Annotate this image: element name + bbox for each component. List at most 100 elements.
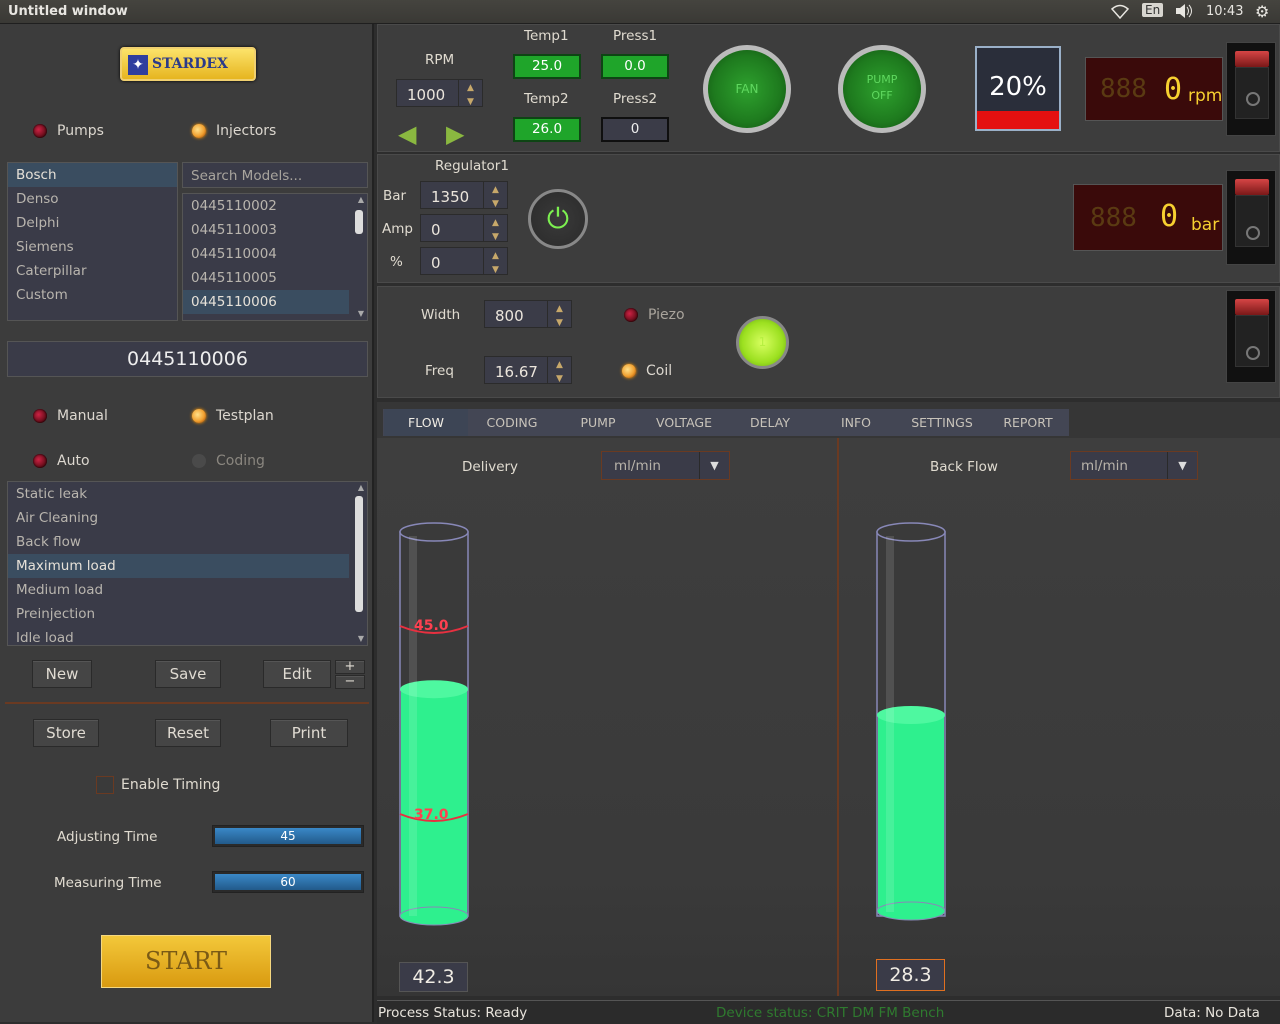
led-indicator bbox=[192, 124, 206, 138]
width-spinbox[interactable]: 800 ▲ ▼ bbox=[484, 300, 572, 328]
spin-arrows-icon[interactable]: ▲ ▼ bbox=[483, 182, 507, 209]
backflow-unit-dropdown[interactable]: ml/min ▼ bbox=[1070, 451, 1198, 480]
tab-report[interactable]: REPORT bbox=[986, 409, 1070, 436]
radio-manual[interactable]: Manual bbox=[33, 408, 108, 424]
edit-button[interactable]: Edit bbox=[263, 660, 331, 688]
list-item[interactable]: 0445110002 bbox=[183, 194, 367, 218]
tab-delay[interactable]: DELAY bbox=[728, 409, 812, 436]
scroll-up-icon[interactable]: ▲ bbox=[358, 483, 364, 492]
clock[interactable]: 10:43 bbox=[1206, 4, 1243, 19]
scrollbar-thumb[interactable] bbox=[355, 496, 363, 612]
delivery-value: 42.3 bbox=[399, 962, 468, 992]
radio-auto[interactable]: Auto bbox=[33, 453, 90, 469]
flow-area bbox=[377, 438, 1280, 996]
freq-spinbox[interactable]: 16.67 ▲ ▼ bbox=[484, 356, 572, 384]
list-item[interactable]: Denso bbox=[8, 187, 177, 211]
radio-piezo[interactable]: Piezo bbox=[624, 307, 685, 323]
spin-arrows-icon[interactable]: ▲ ▼ bbox=[483, 215, 507, 242]
list-item[interactable]: Medium load bbox=[8, 578, 367, 602]
list-item[interactable]: Air Cleaning bbox=[8, 506, 367, 530]
store-button[interactable]: Store bbox=[33, 719, 99, 747]
enable-timing-checkbox[interactable] bbox=[96, 776, 114, 794]
scroll-down-icon[interactable]: ▼ bbox=[358, 309, 364, 318]
list-item[interactable]: Caterpillar bbox=[8, 259, 177, 283]
radio-coding[interactable]: Coding bbox=[192, 453, 265, 469]
volume-icon[interactable] bbox=[1174, 2, 1194, 24]
backflow-tube bbox=[876, 522, 946, 932]
temp2-display: 26.0 bbox=[513, 117, 581, 142]
measuring-time-bar[interactable]: 60 bbox=[212, 871, 364, 893]
list-item[interactable]: Maximum load bbox=[8, 554, 349, 578]
chevron-down-icon[interactable]: ▼ bbox=[699, 452, 729, 479]
tab-coding[interactable]: CODING bbox=[470, 409, 554, 436]
spin-arrows-icon[interactable]: ▲ ▼ bbox=[458, 80, 482, 107]
list-item[interactable]: Static leak bbox=[8, 482, 367, 506]
list-item[interactable]: Back flow bbox=[8, 530, 367, 554]
percent-label: % bbox=[390, 254, 403, 270]
flow-divider bbox=[837, 438, 839, 996]
new-button[interactable]: New bbox=[32, 660, 92, 688]
start-button[interactable]: START bbox=[101, 935, 271, 988]
delivery-unit-dropdown[interactable]: ml/min ▼ bbox=[601, 451, 730, 480]
list-item[interactable]: Bosch bbox=[8, 163, 177, 187]
arrow-left-icon[interactable]: ◀ bbox=[398, 120, 416, 148]
keyboard-layout[interactable]: En bbox=[1142, 3, 1164, 17]
process-status: Process Status: Ready bbox=[378, 1005, 528, 1021]
amp-spinbox[interactable]: 0 ▲ ▼ bbox=[420, 214, 508, 242]
list-item[interactable]: 0445110004 bbox=[183, 242, 367, 266]
percent-spinbox[interactable]: 0 ▲ ▼ bbox=[420, 247, 508, 275]
fan-button[interactable]: FAN bbox=[703, 45, 791, 133]
list-item[interactable]: 0445110003 bbox=[183, 218, 367, 242]
radio-testplan[interactable]: Testplan bbox=[192, 408, 274, 424]
manufacturer-list: Bosch Denso Delphi Siemens Caterpillar C… bbox=[7, 162, 178, 321]
scrollbar-thumb[interactable] bbox=[355, 210, 363, 234]
led-indicator bbox=[33, 454, 47, 468]
backflow-value-input[interactable]: 28.3 bbox=[876, 959, 945, 991]
regulator-power-button[interactable]: ⏻ bbox=[528, 189, 588, 249]
measuring-time-value: 60 bbox=[215, 874, 361, 890]
spin-arrows-icon[interactable]: ▲ ▼ bbox=[483, 248, 507, 275]
list-item[interactable]: 0445110005 bbox=[183, 266, 367, 290]
power-switch-1[interactable] bbox=[1226, 42, 1276, 136]
bar-display-unit: bar bbox=[1191, 215, 1220, 235]
power-switch-2[interactable] bbox=[1226, 170, 1276, 265]
arrow-right-icon[interactable]: ▶ bbox=[446, 120, 464, 148]
scroll-down-icon[interactable]: ▼ bbox=[358, 634, 364, 643]
test-list: Static leak Air Cleaning Back flow Maxim… bbox=[7, 481, 368, 646]
wifi-icon[interactable] bbox=[1110, 3, 1130, 23]
list-item[interactable]: Custom bbox=[8, 283, 177, 307]
bar-spinbox[interactable]: 1350 ▲ ▼ bbox=[420, 181, 508, 209]
scroll-up-icon[interactable]: ▲ bbox=[358, 195, 364, 204]
tab-info[interactable]: INFO bbox=[814, 409, 898, 436]
print-button[interactable]: Print bbox=[270, 719, 348, 747]
injector-indicator-button[interactable]: 1 bbox=[736, 316, 789, 369]
tab-pump[interactable]: PUMP bbox=[556, 409, 640, 436]
adjusting-time-bar[interactable]: 45 bbox=[212, 825, 364, 847]
reset-button[interactable]: Reset bbox=[155, 719, 221, 747]
radio-pumps[interactable]: Pumps bbox=[33, 123, 104, 139]
plus-button[interactable]: + bbox=[335, 660, 365, 674]
tab-flow[interactable]: FLOW bbox=[384, 409, 468, 436]
tab-voltage[interactable]: VOLTAGE bbox=[642, 409, 726, 436]
list-item[interactable]: 0445110006 bbox=[183, 290, 349, 314]
list-item[interactable]: Siemens bbox=[8, 235, 177, 259]
rpm-spinbox[interactable]: 1000 ▲ ▼ bbox=[396, 79, 483, 107]
search-models-input[interactable]: Search Models... bbox=[182, 162, 368, 188]
spin-arrows-icon[interactable]: ▲ ▼ bbox=[547, 301, 571, 328]
spin-arrows-icon[interactable]: ▲ ▼ bbox=[547, 357, 571, 384]
radio-coil[interactable]: Coil bbox=[622, 363, 672, 379]
rpm-digital-display: 888 0 rpm bbox=[1085, 57, 1223, 121]
radio-injectors[interactable]: Injectors bbox=[192, 123, 276, 139]
power-switch-3[interactable] bbox=[1226, 290, 1276, 383]
list-item[interactable]: Delphi bbox=[8, 211, 177, 235]
chevron-down-icon[interactable]: ▼ bbox=[1167, 452, 1197, 479]
tab-settings[interactable]: SETTINGS bbox=[900, 409, 984, 436]
list-item[interactable]: Preinjection bbox=[8, 602, 367, 626]
save-button[interactable]: Save bbox=[155, 660, 221, 688]
minus-button[interactable]: − bbox=[335, 675, 365, 689]
settings-gear-icon[interactable]: ⚙ bbox=[1255, 2, 1269, 21]
list-item[interactable]: Idle load bbox=[8, 626, 367, 650]
off-mark-icon bbox=[1246, 92, 1260, 106]
rpm-display-value: 0 bbox=[1164, 72, 1183, 107]
pump-off-button[interactable]: PUMP OFF bbox=[838, 45, 926, 133]
